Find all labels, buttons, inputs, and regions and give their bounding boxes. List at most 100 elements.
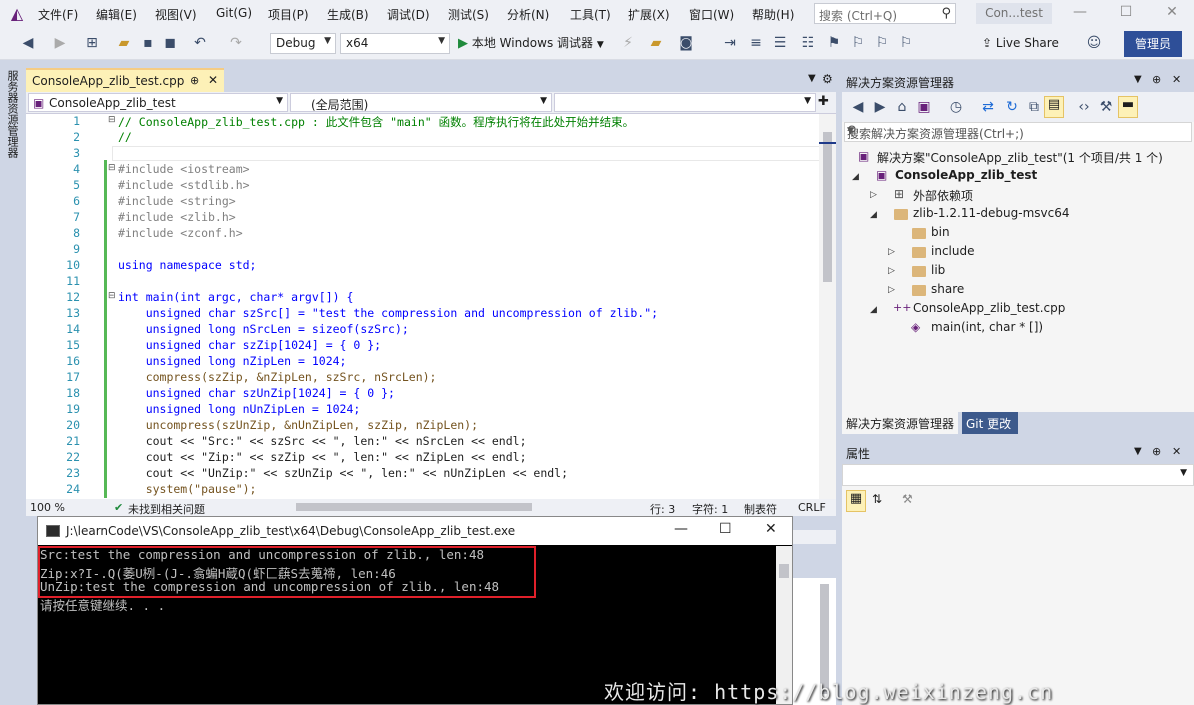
format-icon[interactable]: ≡ bbox=[748, 35, 764, 51]
collapsed-arrow-icon[interactable]: ▷ bbox=[870, 190, 877, 200]
minimize-icon[interactable]: — bbox=[674, 521, 688, 537]
menu-extensions[interactable]: 扩展(X) bbox=[628, 6, 670, 23]
collapsed-arrow-icon[interactable]: ▷ bbox=[888, 285, 895, 295]
collapse-icon[interactable]: ⊟ bbox=[108, 115, 116, 125]
visual-studio-logo-icon[interactable]: ◭ bbox=[6, 5, 28, 23]
code-view-icon[interactable]: ‹› bbox=[1076, 99, 1092, 115]
eol-indicator[interactable]: CRLF bbox=[798, 501, 826, 514]
comment-icon[interactable]: ☰ bbox=[772, 35, 788, 51]
forward-icon[interactable]: ▶ bbox=[872, 99, 888, 115]
menu-window[interactable]: 窗口(W) bbox=[689, 6, 734, 23]
find-in-files-icon[interactable]: ▰ bbox=[648, 35, 664, 51]
search-input[interactable]: 搜索 (Ctrl+Q) ⚲ bbox=[814, 3, 956, 24]
tree-main-function[interactable]: main(int, char * []) bbox=[931, 320, 1043, 334]
menu-analyze[interactable]: 分析(N) bbox=[507, 6, 549, 23]
menu-build[interactable]: 生成(B) bbox=[327, 6, 369, 23]
refresh-icon[interactable]: ↻ bbox=[1004, 99, 1020, 115]
back-icon[interactable]: ◀ bbox=[850, 99, 866, 115]
undo-icon[interactable]: ↶ bbox=[192, 35, 208, 51]
menu-test[interactable]: 测试(S) bbox=[448, 6, 489, 23]
server-explorer-tab[interactable]: 服务器资源管理器 bbox=[5, 70, 19, 158]
uncomment-icon[interactable]: ☷ bbox=[800, 35, 816, 51]
switch-views-icon[interactable]: ▣ bbox=[916, 99, 932, 115]
config-select[interactable]: Debug ▼ bbox=[270, 33, 336, 54]
new-item-icon[interactable]: ⊞ bbox=[84, 35, 100, 51]
tree-external-deps[interactable]: 外部依赖项 bbox=[913, 187, 973, 204]
feedback-icon[interactable]: ☺ bbox=[1086, 35, 1102, 51]
collapsed-arrow-icon[interactable]: ▷ bbox=[888, 247, 895, 257]
hot-reload-icon[interactable]: ⚡ bbox=[620, 35, 636, 51]
close-icon[interactable]: ✕ bbox=[1172, 445, 1181, 458]
collapsed-arrow-icon[interactable]: ▷ bbox=[888, 266, 895, 276]
step-icon[interactable]: ⇥ bbox=[722, 35, 738, 51]
tab-git-changes[interactable]: Git 更改 bbox=[962, 412, 1018, 434]
tree-folder-lib[interactable]: lib bbox=[931, 263, 945, 277]
tab-indicator[interactable]: 制表符 bbox=[744, 501, 777, 517]
scrollbar-thumb[interactable] bbox=[779, 564, 789, 578]
maximize-icon[interactable]: ☐ bbox=[1116, 4, 1136, 20]
collapse-all-icon[interactable]: ⧉ bbox=[1026, 99, 1042, 115]
member-dropdown[interactable]: ▼ bbox=[554, 93, 816, 112]
show-all-files-icon[interactable]: ▤ bbox=[1044, 96, 1064, 118]
home-icon[interactable]: ⌂ bbox=[894, 99, 910, 115]
save-all-icon[interactable]: ◼ bbox=[162, 35, 178, 51]
console-title-bar[interactable]: J:\learnCode\VS\ConsoleApp_zlib_test\x64… bbox=[38, 517, 792, 545]
property-pages-icon[interactable]: ⚒ bbox=[902, 492, 913, 506]
expanded-arrow-icon[interactable]: ◢ bbox=[870, 305, 877, 315]
menu-project[interactable]: 项目(P) bbox=[268, 6, 309, 23]
properties-wrench-icon[interactable]: ⚒ bbox=[1098, 99, 1114, 115]
bookmark-next-icon[interactable]: ⚐ bbox=[874, 35, 890, 51]
tree-project[interactable]: ConsoleApp_zlib_test bbox=[895, 168, 1037, 182]
menu-tools[interactable]: 工具(T) bbox=[570, 6, 611, 23]
scrollbar-thumb[interactable] bbox=[823, 132, 832, 282]
save-icon[interactable]: ▪ bbox=[140, 35, 156, 51]
pin-icon[interactable]: ⊕ bbox=[190, 74, 199, 87]
tree-cpp-file[interactable]: ConsoleApp_zlib_test.cpp bbox=[913, 301, 1065, 315]
menu-help[interactable]: 帮助(H) bbox=[752, 6, 794, 23]
expanded-arrow-icon[interactable]: ◢ bbox=[870, 210, 877, 220]
close-icon[interactable]: ✕ bbox=[1172, 73, 1181, 86]
bookmark-clear-icon[interactable]: ⚐ bbox=[898, 35, 914, 51]
redo-icon[interactable]: ↷ bbox=[228, 35, 244, 51]
issues-status[interactable]: 未找到相关问题 bbox=[128, 501, 205, 517]
menu-view[interactable]: 视图(V) bbox=[155, 6, 197, 23]
screenshot-icon[interactable]: ◙ bbox=[678, 35, 694, 51]
alphabetical-icon[interactable]: ⇅ bbox=[872, 492, 882, 506]
admin-badge[interactable]: 管理员 bbox=[1124, 31, 1182, 57]
tree-zlib-folder[interactable]: zlib-1.2.11-debug-msvc64 bbox=[913, 206, 1070, 220]
forward-icon[interactable]: ▶ bbox=[52, 35, 68, 51]
scope-dropdown[interactable]: (全局范围) ▼ bbox=[290, 93, 552, 112]
horizontal-scrollbar-thumb[interactable] bbox=[296, 503, 532, 511]
tree-folder-include[interactable]: include bbox=[931, 244, 974, 258]
menu-git[interactable]: Git(G) bbox=[216, 6, 252, 20]
platform-select[interactable]: x64 ▼ bbox=[340, 33, 450, 54]
menu-debug[interactable]: 调试(D) bbox=[387, 6, 430, 23]
pin-icon[interactable]: ⊕ bbox=[1152, 445, 1161, 458]
pin-icon[interactable]: ⊕ bbox=[1152, 73, 1161, 86]
zoom-level[interactable]: 100 % bbox=[30, 501, 65, 514]
collapse-icon[interactable]: ⊟ bbox=[108, 291, 116, 301]
solution-search-input[interactable]: 搜索解决方案资源管理器(Ctrl+;) ⚲ ▼ bbox=[844, 122, 1192, 142]
properties-object-select[interactable]: ▼ bbox=[842, 464, 1194, 486]
menu-file[interactable]: 文件(F) bbox=[38, 6, 78, 23]
start-debug-button[interactable]: ▶ 本地 Windows 调试器 ▼ bbox=[458, 34, 604, 51]
menu-edit[interactable]: 编辑(E) bbox=[96, 6, 137, 23]
split-icon[interactable]: ✚ bbox=[818, 94, 829, 109]
tab-consoleapp-cpp[interactable]: ConsoleApp_zlib_test.cpp ⊕ ✕ bbox=[26, 68, 224, 92]
bookmark-icon[interactable]: ⚑ bbox=[826, 35, 842, 51]
tree-solution[interactable]: 解决方案"ConsoleApp_zlib_test"(1 个项目/共 1 个) bbox=[877, 149, 1163, 166]
chevron-down-icon[interactable]: ▼ bbox=[1134, 446, 1142, 457]
categorized-icon[interactable]: ▦ bbox=[846, 490, 866, 512]
project-dropdown[interactable]: ▣ ConsoleApp_zlib_test ▼ bbox=[28, 93, 288, 112]
live-share-button[interactable]: ⇪ Live Share bbox=[982, 36, 1059, 50]
open-folder-icon[interactable]: ▰ bbox=[116, 35, 132, 51]
sync-icon[interactable]: ⇄ bbox=[980, 99, 996, 115]
settings-icon[interactable]: ⚙ bbox=[822, 72, 833, 86]
bookmark-prev-icon[interactable]: ⚐ bbox=[850, 35, 866, 51]
back-icon[interactable]: ◀ bbox=[20, 35, 36, 51]
close-icon[interactable]: ✕ bbox=[1162, 4, 1182, 20]
maximize-icon[interactable]: ☐ bbox=[719, 521, 732, 537]
tree-folder-bin[interactable]: bin bbox=[931, 225, 950, 239]
code-editor[interactable]: 1 2 3 4 5 6 7 8 9 10 11 12 13 14 15 16 1… bbox=[26, 114, 836, 499]
close-icon[interactable]: ✕ bbox=[765, 521, 777, 537]
